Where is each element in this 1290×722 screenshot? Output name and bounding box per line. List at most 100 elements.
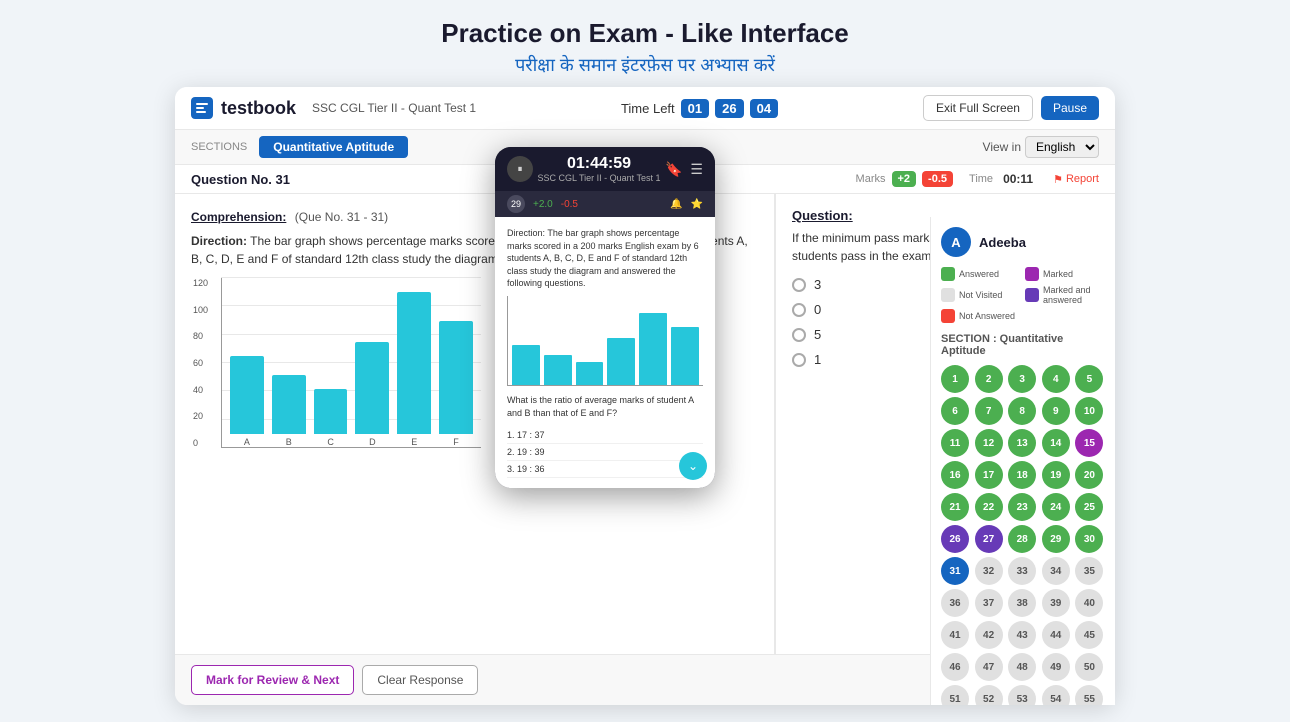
question-button-22[interactable]: 22 xyxy=(975,493,1003,521)
bar-group-b: B xyxy=(272,375,306,448)
question-button-9[interactable]: 9 xyxy=(1042,397,1070,425)
question-button-49[interactable]: 49 xyxy=(1042,653,1070,681)
question-button-13[interactable]: 13 xyxy=(1008,429,1036,457)
mark-review-button[interactable]: Mark for Review & Next xyxy=(191,665,354,695)
question-button-20[interactable]: 20 xyxy=(1075,461,1103,489)
question-button-4[interactable]: 4 xyxy=(1042,365,1070,393)
mobile-bookmark-icon[interactable]: 🔖 xyxy=(665,161,682,178)
question-button-32[interactable]: 32 xyxy=(975,557,1003,585)
option-text-2: 0 xyxy=(814,302,821,317)
question-button-51[interactable]: 51 xyxy=(941,685,969,705)
question-button-42[interactable]: 42 xyxy=(975,621,1003,649)
question-button-1[interactable]: 1 xyxy=(941,365,969,393)
mobile-menu-icon[interactable]: ☰ xyxy=(690,161,703,178)
legend-answered: Answered xyxy=(941,267,1021,281)
bar-label-b: B xyxy=(286,437,292,447)
timer-label: Time Left xyxy=(621,101,675,116)
clear-response-button[interactable]: Clear Response xyxy=(362,665,478,695)
question-button-15[interactable]: 15 xyxy=(1075,429,1103,457)
question-button-18[interactable]: 18 xyxy=(1008,461,1036,489)
option-radio-1[interactable] xyxy=(792,278,806,292)
logo-area: testbook SSC CGL Tier II - Quant Test 1 xyxy=(191,97,476,119)
question-button-30[interactable]: 30 xyxy=(1075,525,1103,553)
question-button-16[interactable]: 16 xyxy=(941,461,969,489)
question-button-55[interactable]: 55 xyxy=(1075,685,1103,705)
chart-y-axis: 0 20 40 60 80 100 120 xyxy=(191,278,221,448)
pause-button[interactable]: Pause xyxy=(1041,96,1099,120)
chart-bars: ABCDEF xyxy=(221,278,481,448)
question-button-27[interactable]: 27 xyxy=(975,525,1003,553)
option-radio-3[interactable] xyxy=(792,328,806,342)
mobile-bar-2 xyxy=(576,362,604,385)
question-button-53[interactable]: 53 xyxy=(1008,685,1036,705)
question-button-10[interactable]: 10 xyxy=(1075,397,1103,425)
testbook-logo-icon xyxy=(191,97,213,119)
marked-dot xyxy=(1025,267,1039,281)
user-name: Adeeba xyxy=(979,235,1026,250)
option-radio-4[interactable] xyxy=(792,353,806,367)
question-button-47[interactable]: 47 xyxy=(975,653,1003,681)
question-button-26[interactable]: 26 xyxy=(941,525,969,553)
mobile-bar-4 xyxy=(639,313,667,385)
question-button-24[interactable]: 24 xyxy=(1042,493,1070,521)
question-button-38[interactable]: 38 xyxy=(1008,589,1036,617)
question-button-34[interactable]: 34 xyxy=(1042,557,1070,585)
question-button-31[interactable]: 31 xyxy=(941,557,969,585)
question-button-12[interactable]: 12 xyxy=(975,429,1003,457)
timer-area: Time Left 01 26 04 xyxy=(621,99,778,118)
marked-answered-label: Marked and answered xyxy=(1043,285,1105,305)
question-button-33[interactable]: 33 xyxy=(1008,557,1036,585)
report-button[interactable]: ⚑ Report xyxy=(1053,173,1099,186)
view-in-label: View in xyxy=(983,140,1021,154)
timer-hours: 01 xyxy=(681,99,709,118)
question-button-41[interactable]: 41 xyxy=(941,621,969,649)
question-button-7[interactable]: 7 xyxy=(975,397,1003,425)
question-button-6[interactable]: 6 xyxy=(941,397,969,425)
question-button-43[interactable]: 43 xyxy=(1008,621,1036,649)
question-button-21[interactable]: 21 xyxy=(941,493,969,521)
quantitative-aptitude-tab[interactable]: Quantitative Aptitude xyxy=(259,136,408,158)
question-button-14[interactable]: 14 xyxy=(1042,429,1070,457)
option-radio-2[interactable] xyxy=(792,303,806,317)
mobile-bar-1 xyxy=(544,355,572,385)
bar-label-a: A xyxy=(244,437,250,447)
question-button-28[interactable]: 28 xyxy=(1008,525,1036,553)
mobile-play-button[interactable]: ⏸ xyxy=(507,156,533,182)
bar-f xyxy=(439,321,473,434)
question-button-45[interactable]: 45 xyxy=(1075,621,1103,649)
question-button-25[interactable]: 25 xyxy=(1075,493,1103,521)
question-button-29[interactable]: 29 xyxy=(1042,525,1070,553)
page-title-en: Practice on Exam - Like Interface xyxy=(441,18,849,49)
view-language-select[interactable]: English xyxy=(1025,136,1099,158)
question-button-2[interactable]: 2 xyxy=(975,365,1003,393)
question-button-36[interactable]: 36 xyxy=(941,589,969,617)
question-button-50[interactable]: 50 xyxy=(1075,653,1103,681)
question-button-3[interactable]: 3 xyxy=(1008,365,1036,393)
question-button-11[interactable]: 11 xyxy=(941,429,969,457)
mobile-stats: 29 +2.0 -0.5 🔔 ⭐ xyxy=(495,191,715,217)
question-button-23[interactable]: 23 xyxy=(1008,493,1036,521)
question-button-5[interactable]: 5 xyxy=(1075,365,1103,393)
exit-fullscreen-button[interactable]: Exit Full Screen xyxy=(923,95,1033,121)
question-button-35[interactable]: 35 xyxy=(1075,557,1103,585)
question-button-37[interactable]: 37 xyxy=(975,589,1003,617)
user-header: A Adeeba xyxy=(941,227,1105,257)
question-button-54[interactable]: 54 xyxy=(1042,685,1070,705)
bar-b xyxy=(272,375,306,435)
question-button-44[interactable]: 44 xyxy=(1042,621,1070,649)
mobile-content: Direction: The bar graph shows percentag… xyxy=(495,217,715,488)
question-range: (Que No. 31 - 31) xyxy=(295,210,388,224)
question-button-39[interactable]: 39 xyxy=(1042,589,1070,617)
question-button-17[interactable]: 17 xyxy=(975,461,1003,489)
option-text-1: 3 xyxy=(814,277,821,292)
question-button-48[interactable]: 48 xyxy=(1008,653,1036,681)
mobile-bar-3 xyxy=(607,338,635,385)
question-button-46[interactable]: 46 xyxy=(941,653,969,681)
user-avatar: A xyxy=(941,227,971,257)
question-button-40[interactable]: 40 xyxy=(1075,589,1103,617)
question-button-52[interactable]: 52 xyxy=(975,685,1003,705)
section-title: SECTION : Quantitative Aptitude xyxy=(941,333,1105,357)
mobile-scroll-down-button[interactable]: ⌄ xyxy=(679,452,707,480)
question-button-19[interactable]: 19 xyxy=(1042,461,1070,489)
question-button-8[interactable]: 8 xyxy=(1008,397,1036,425)
